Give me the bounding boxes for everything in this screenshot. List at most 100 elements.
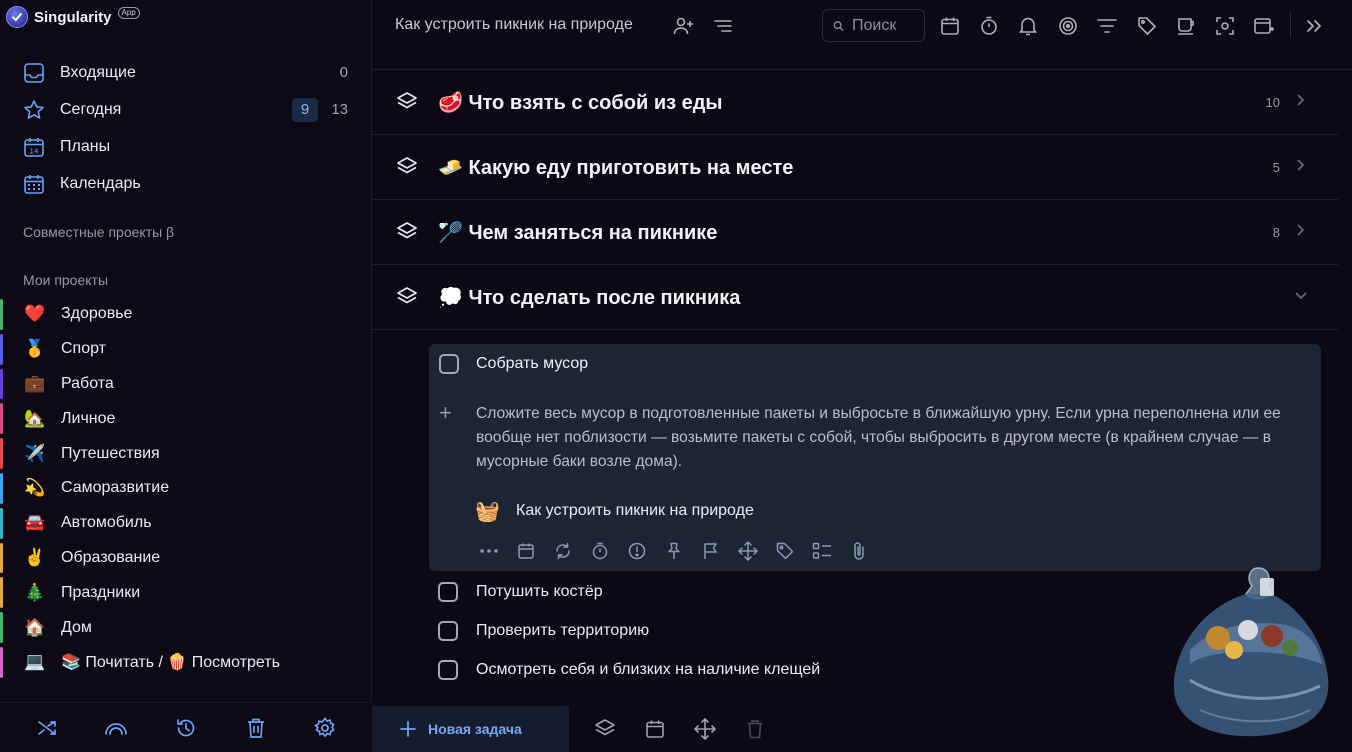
layers-icon bbox=[396, 91, 418, 118]
project-item[interactable]: ✈️ Путешествия bbox=[0, 436, 372, 471]
project-item[interactable]: 🚘 Автомобиль bbox=[0, 506, 372, 541]
chevron-right-icon[interactable] bbox=[1296, 223, 1306, 242]
task-title[interactable]: Собрать мусор bbox=[476, 355, 588, 373]
coffee-cup-icon[interactable] bbox=[1174, 14, 1198, 38]
nav-count: 0 bbox=[339, 64, 348, 81]
checklist-icon[interactable] bbox=[810, 540, 834, 562]
nav-item-plans[interactable]: 14 Планы bbox=[0, 128, 372, 165]
task-checkbox[interactable] bbox=[438, 582, 458, 602]
tag-icon[interactable] bbox=[773, 540, 797, 562]
section-title-text: Чем заняться на пикнике bbox=[468, 221, 718, 244]
layers-icon[interactable] bbox=[593, 717, 617, 741]
layers-icon bbox=[396, 221, 418, 248]
tag-icon[interactable] bbox=[1135, 14, 1159, 38]
plus-icon[interactable]: + bbox=[439, 402, 452, 424]
section-row[interactable]: 🥩 Что взять с собой из еды 10 bbox=[372, 70, 1338, 135]
section-title-text: Какую еду приготовить на месте bbox=[468, 156, 794, 179]
add-member-icon[interactable] bbox=[672, 14, 696, 38]
search-icon bbox=[833, 20, 844, 31]
repeat-icon[interactable] bbox=[551, 540, 575, 562]
task-project-link[interactable]: 🧺 Как устроить пикник на природе bbox=[475, 498, 754, 524]
task-row[interactable]: Осмотреть себя и близких на наличие клещ… bbox=[438, 658, 820, 682]
chevron-right-icon[interactable] bbox=[1296, 158, 1306, 177]
project-emoji: 🧺 bbox=[475, 500, 500, 523]
app-badge: App bbox=[117, 7, 140, 19]
project-label: Работа bbox=[61, 374, 114, 392]
task-checkbox[interactable] bbox=[438, 660, 458, 680]
shared-projects-title[interactable]: Совместные проекты β bbox=[23, 224, 174, 240]
section-row[interactable]: 🧈 Какую еду приготовить на месте 5 bbox=[372, 135, 1338, 200]
project-color-bar bbox=[0, 577, 3, 609]
calendar-icon[interactable] bbox=[514, 540, 538, 562]
project-item[interactable]: 🏡 Личное bbox=[0, 401, 372, 436]
project-emoji: 💫 bbox=[24, 478, 46, 498]
chevron-down-icon[interactable] bbox=[1294, 288, 1308, 306]
project-item[interactable]: 💼 Работа bbox=[0, 367, 372, 402]
history-icon[interactable] bbox=[174, 716, 198, 740]
bell-icon[interactable] bbox=[1016, 14, 1040, 38]
pin-icon[interactable] bbox=[662, 540, 686, 562]
search-input[interactable] bbox=[852, 16, 924, 35]
focus-target-icon[interactable] bbox=[1056, 14, 1080, 38]
project-color-bar bbox=[0, 299, 3, 330]
timer-icon[interactable] bbox=[977, 14, 1001, 38]
more-dots-icon[interactable] bbox=[477, 540, 501, 562]
section-row-expanded[interactable]: 💭 Что сделать после пикника bbox=[372, 265, 1338, 330]
task-label: Осмотреть себя и близких на наличие клещ… bbox=[476, 661, 821, 678]
brand[interactable]: Singularity App bbox=[6, 6, 140, 28]
project-title[interactable]: Как устроить пикник на природе bbox=[395, 16, 633, 34]
move-arrows-icon[interactable] bbox=[693, 717, 717, 741]
project-item[interactable]: 🏠 Дом bbox=[0, 610, 372, 645]
project-color-bar bbox=[0, 507, 3, 539]
trash-icon[interactable] bbox=[743, 717, 767, 741]
section-row[interactable]: 🏸 Чем заняться на пикнике 8 bbox=[372, 200, 1338, 265]
project-color-bar bbox=[0, 403, 3, 435]
task-checkbox[interactable] bbox=[439, 354, 459, 374]
nav-item-calendar[interactable]: Календарь bbox=[0, 165, 372, 202]
collapse-double-chevron-icon[interactable] bbox=[1302, 14, 1326, 38]
project-emoji: 🏡 bbox=[24, 408, 46, 428]
nav-label: Календарь bbox=[60, 174, 141, 192]
search-box[interactable] bbox=[822, 9, 925, 42]
new-task-button[interactable]: Новая задача bbox=[372, 706, 569, 752]
task-note[interactable]: Сложите весь мусор в подготовленные паке… bbox=[476, 402, 1286, 474]
calendar-icon[interactable] bbox=[643, 717, 667, 741]
task-label: Проверить территорию bbox=[476, 622, 650, 639]
nav-item-inbox[interactable]: Входящие 0 bbox=[0, 54, 372, 91]
settings-gear-icon[interactable] bbox=[313, 716, 337, 740]
project-item[interactable]: 🥇 Спорт bbox=[0, 332, 372, 367]
task-row[interactable]: Потушить костёр bbox=[438, 580, 603, 604]
task-detail-card[interactable]: Собрать мусор + Сложите весь мусор в под… bbox=[429, 344, 1321, 571]
new-task-label: Новая задача bbox=[428, 721, 522, 737]
section-count: 5 bbox=[1272, 159, 1280, 175]
priority-alert-icon[interactable] bbox=[625, 540, 649, 562]
project-label: Дом bbox=[61, 618, 92, 636]
shuffle-icon[interactable] bbox=[35, 716, 59, 740]
section-emoji: 💭 bbox=[438, 286, 463, 309]
move-arrows-icon[interactable] bbox=[736, 540, 760, 562]
task-row[interactable]: Проверить территорию bbox=[438, 619, 649, 643]
calendar-icon[interactable] bbox=[938, 14, 962, 38]
task-label: Потушить костёр bbox=[476, 583, 603, 600]
my-projects-title[interactable]: Мои проекты bbox=[23, 272, 108, 288]
signal-arc-icon[interactable] bbox=[104, 716, 128, 740]
top-toolbar: Как устроить пикник на природе bbox=[372, 0, 1352, 70]
project-item[interactable]: 🎄 Праздники bbox=[0, 575, 372, 610]
paperclip-icon[interactable] bbox=[847, 540, 871, 562]
project-item[interactable]: 💻 📚 Почитать / 🍿 Посмотреть bbox=[0, 645, 372, 680]
nav-item-today[interactable]: Сегодня 9 13 bbox=[0, 91, 372, 128]
task-checkbox[interactable] bbox=[438, 621, 458, 641]
filter-icon[interactable] bbox=[1095, 14, 1119, 38]
sort-lines-icon[interactable] bbox=[711, 14, 735, 38]
trash-icon[interactable] bbox=[244, 716, 268, 740]
project-item[interactable]: 💫 Саморазвитие bbox=[0, 471, 372, 506]
task-action-bar bbox=[477, 540, 884, 562]
chevron-right-icon[interactable] bbox=[1296, 93, 1306, 112]
flag-icon[interactable] bbox=[699, 540, 723, 562]
project-item[interactable]: ✌️ Образование bbox=[0, 541, 372, 576]
project-item[interactable]: ❤️ Здоровье bbox=[0, 297, 372, 332]
timer-icon[interactable] bbox=[588, 540, 612, 562]
section-title: 🧈 Какую еду приготовить на месте bbox=[438, 155, 793, 180]
add-window-icon[interactable] bbox=[1252, 14, 1276, 38]
screenshot-frame-icon[interactable] bbox=[1213, 14, 1237, 38]
